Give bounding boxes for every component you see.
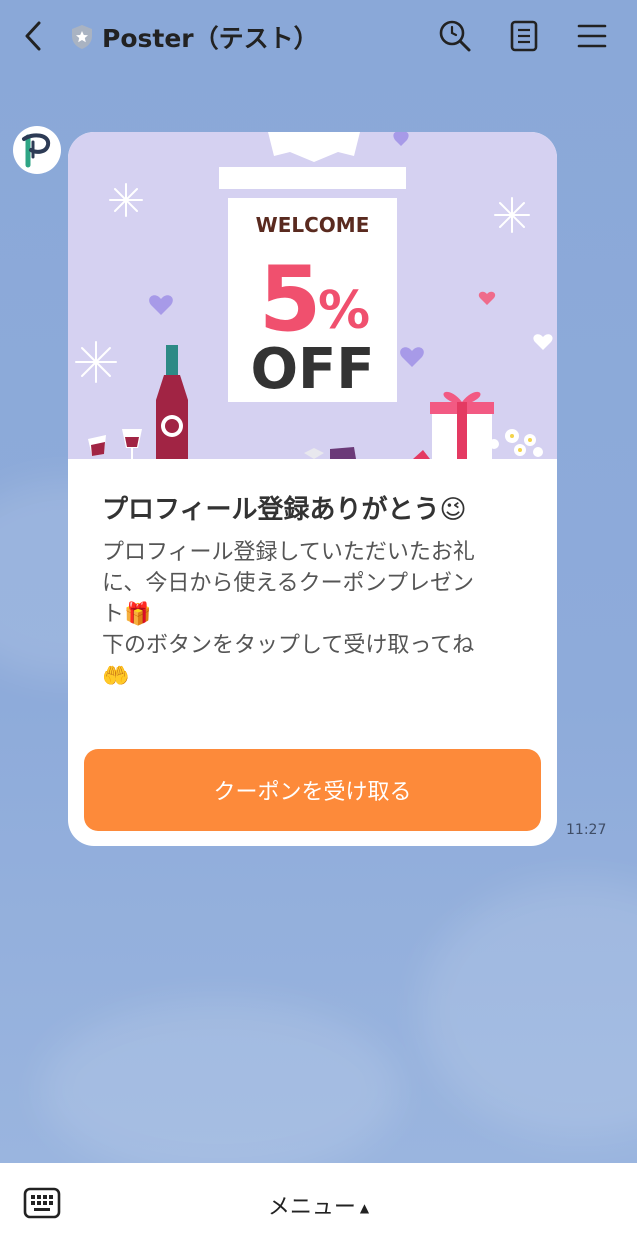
menu-label: メニュー [267, 1195, 356, 1220]
poster-logo [22, 133, 51, 168]
receive-coupon-button[interactable]: クーポンを受け取る [84, 749, 541, 831]
banner-off-text: OFF [250, 337, 374, 402]
message-body-line: 🤲 [102, 664, 130, 689]
sender-avatar[interactable] [13, 126, 61, 174]
rich-menu-toggle[interactable]: メニュー ▲ [0, 1189, 637, 1221]
hamburger-icon [577, 24, 607, 48]
banner-welcome-text: WELCOME [256, 213, 370, 237]
sparkle-icon [494, 197, 530, 233]
caret-up-icon: ▲ [359, 1201, 370, 1215]
message-body-line: 下のボタンをタップして受け取ってね [102, 633, 475, 658]
banner-discount-percent: % [318, 281, 370, 341]
search-icon [439, 20, 471, 52]
message-body-line: に、今日から使えるクーポンプレゼン [102, 571, 475, 596]
main-menu-button[interactable] [570, 14, 614, 58]
chat-title-area[interactable]: Poster（テスト） [70, 18, 319, 56]
sparkle-icon [75, 341, 117, 383]
notes-button[interactable] [502, 14, 546, 58]
welcome-banner-image[interactable]: WELCOME 5 % OFF [68, 132, 557, 459]
notes-icon [510, 20, 538, 52]
message-body-line: ト🎁 [102, 602, 152, 627]
message-timestamp: 11:27 [566, 822, 607, 838]
message-body-line: プロフィール登録していただいたお礼 [102, 540, 475, 565]
message-heading: プロフィール登録ありがとう😉 [102, 495, 467, 525]
search-button[interactable] [433, 14, 477, 58]
sparkle-icon [109, 183, 143, 217]
chat-title: Poster（テスト） [102, 24, 319, 53]
back-button[interactable] [11, 14, 55, 58]
message-card: WELCOME 5 % OFF プロフィール登録ありがとう😉 プロフィール登録し… [68, 132, 557, 846]
shield-star-icon [72, 25, 92, 49]
chat-header: Poster（テスト） [0, 0, 637, 76]
bottom-bar: メニュー ▲ [0, 1163, 637, 1246]
chevron-left-icon [25, 21, 41, 51]
message-body: プロフィール登録していただいたお礼 に、今日から使えるクーポンプレゼン ト🎁 下… [102, 537, 532, 692]
